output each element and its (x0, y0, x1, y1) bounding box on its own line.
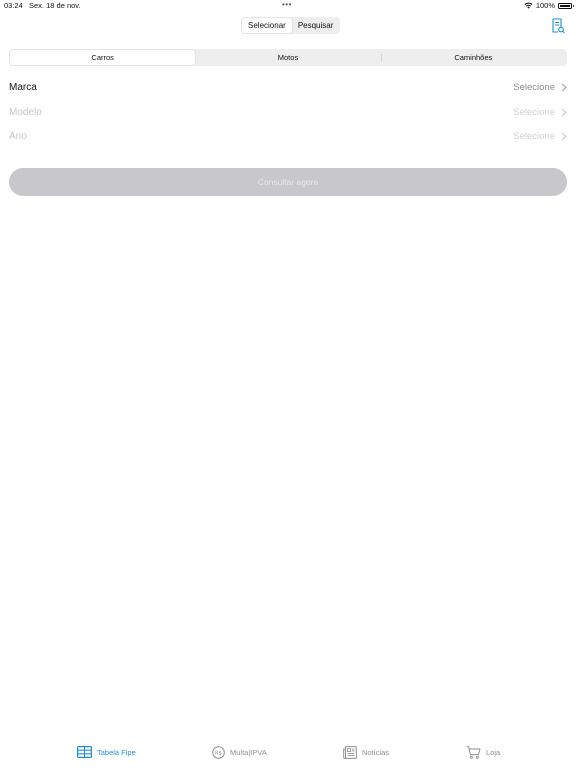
segment-motos[interactable]: Motos (195, 50, 380, 65)
tab-label: Loja (486, 748, 501, 757)
document-search-button[interactable] (551, 18, 565, 34)
segment-pesquisar[interactable]: Pesquisar (292, 18, 340, 33)
chevron-right-icon (561, 132, 567, 140)
cart-icon (466, 746, 481, 759)
consultar-button[interactable]: Consultar agora (9, 168, 567, 196)
modelo-value: Selecione (513, 106, 555, 118)
rs-coin-icon: R$ (212, 746, 225, 759)
document-search-icon (552, 18, 565, 34)
tab-tabela-fipe[interactable]: Tabela Fipe (77, 746, 136, 758)
chevron-right-icon (561, 83, 567, 91)
modelo-label: Modelo (9, 106, 42, 118)
tab-label: Multa|IPVA (230, 748, 267, 757)
marca-row[interactable]: Marca Selecione (9, 79, 567, 95)
svg-text:R$: R$ (215, 751, 222, 757)
status-indicators: 100% (524, 1, 574, 10)
status-bar: 03:24 Sex. 18 de nov. ••• 100% (0, 0, 576, 12)
status-time: 03:24 (4, 1, 23, 10)
tab-multa-ipva[interactable]: R$ Multa|IPVA (212, 746, 267, 759)
tab-bar: Tabela Fipe R$ Multa|IPVA Notícias Loja (0, 738, 576, 768)
battery-percent: 100% (535, 1, 555, 10)
chevron-right-icon (561, 108, 567, 116)
segment-carros[interactable]: Carros (10, 50, 196, 65)
battery-icon (558, 2, 574, 9)
marca-label: Marca (9, 81, 37, 93)
ano-value: Selecione (513, 130, 555, 142)
marca-value: Selecione (513, 81, 555, 93)
vehicle-type-segmented-control: Carros Motos Caminhões (9, 49, 567, 66)
status-date: Sex. 18 de nov. (29, 1, 81, 10)
modelo-row: Modelo Selecione (9, 104, 567, 120)
tab-label: Tabela Fipe (97, 747, 136, 757)
ano-row: Ano Selecione (9, 128, 567, 144)
table-icon (77, 746, 92, 758)
tab-label: Notícias (362, 748, 390, 757)
tab-loja[interactable]: Loja (466, 746, 500, 759)
wifi-icon (524, 2, 533, 9)
segment-caminhoes[interactable]: Caminhões (380, 50, 566, 65)
mode-segmented-control: Selecionar Pesquisar (241, 17, 341, 34)
tab-noticias[interactable]: Notícias (343, 746, 389, 759)
newspaper-icon (343, 746, 357, 759)
multitasking-dots-icon[interactable]: ••• (282, 0, 292, 9)
ano-label: Ano (9, 130, 27, 142)
segment-selecionar[interactable]: Selecionar (242, 18, 292, 33)
